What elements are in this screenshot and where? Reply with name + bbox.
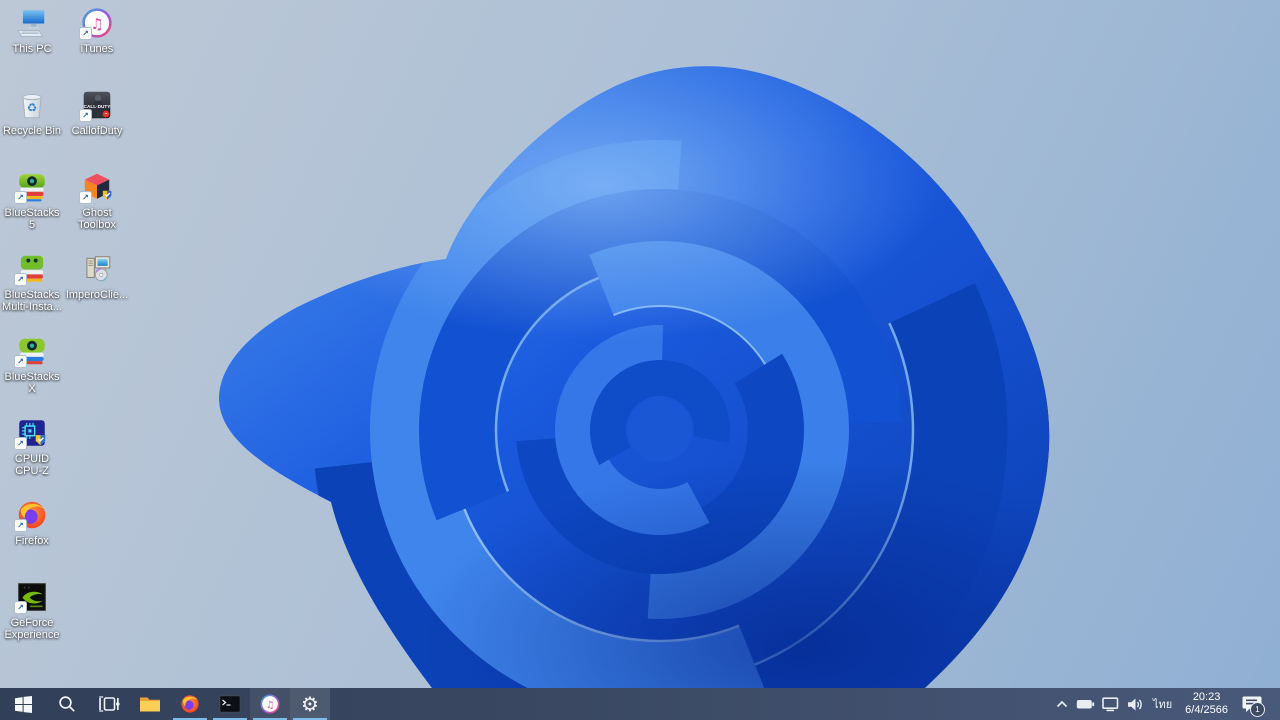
action-center-button[interactable]: 1 [1239,688,1265,720]
desktop-icon-itunes[interactable]: ♫ ↗ iTunes [62,6,132,55]
file-explorer-icon [139,695,161,713]
volume-icon[interactable] [1127,697,1144,712]
desktop-icon-firefox[interactable]: ↗ Firefox [0,498,64,547]
desktop-icon-callofduty[interactable]: CALL·DUTY ↗ CallofDuty [62,88,132,137]
desktop-icon-bluestacks-5[interactable]: ↗ BlueStacks 5 [0,170,64,231]
search-icon [58,695,76,713]
desktop-icon-bluestacks-x[interactable]: ↗ BlueStacks X [0,334,64,395]
taskbar-firefox-button[interactable] [170,688,210,720]
wallpaper [0,0,1280,720]
callofduty-icon: CALL·DUTY ↗ [80,88,114,122]
geforce-experience-icon: ↗ [15,580,49,614]
cpu-z-icon: ↗ [15,416,49,450]
icon-label: GeForceExperience [0,617,64,641]
ghost-toolbox-icon: ↗ [80,170,114,204]
clock-time: 20:23 [1185,691,1228,704]
itunes-icon: ♫ ↗ [80,6,114,40]
desktop-icon-grid: This PC ♫ ↗ iTunes [0,0,140,660]
shortcut-arrow-icon: ↗ [79,109,92,122]
shortcut-arrow-icon: ↗ [14,437,27,450]
shortcut-arrow-icon: ↗ [79,191,92,204]
shortcut-arrow-icon: ↗ [14,273,27,286]
recycle-bin-icon: ♻ [15,88,49,122]
terminal-icon [219,695,241,713]
notification-badge: 1 [1250,702,1265,717]
taskbar-left-group: ♫ ⚙ [0,688,330,720]
network-icon[interactable] [1102,697,1120,712]
taskbar: ♫ ⚙ [0,688,1280,720]
clock-date: 6/4/2566 [1185,704,1228,717]
desktop-icon-recycle-bin[interactable]: ♻ Recycle Bin [0,88,64,137]
desktop-icon-geforce-experience[interactable]: ↗ GeForceExperience [0,580,64,641]
icon-label: CallofDuty [62,125,132,137]
svg-text:♫: ♫ [90,15,103,33]
taskbar-clock[interactable]: 20:23 6/4/2566 [1181,691,1232,717]
this-pc-icon [15,6,49,40]
shortcut-arrow-icon: ↗ [14,519,27,532]
taskbar-file-explorer-button[interactable] [130,688,170,720]
hidden-icons-chevron[interactable] [1055,699,1069,709]
task-view-icon [98,696,120,712]
icon-label: This PC [0,43,64,55]
start-button[interactable] [0,688,46,720]
icon-label: GhostToolbox [62,207,132,231]
shortcut-arrow-icon: ↗ [79,27,92,40]
svg-text:♫: ♫ [266,700,275,711]
battery-icon[interactable] [1076,697,1095,711]
system-tray: ไทย 20:23 6/4/2566 1 [1055,688,1280,720]
gear-icon: ⚙ [301,694,319,714]
icon-label: BlueStacks 5 [0,207,64,231]
task-view-button[interactable] [88,688,130,720]
bloom-wallpaper-art [0,0,1280,720]
icon-label: BlueStacksMulti-Insta... [0,289,64,313]
shortcut-arrow-icon: ↗ [14,601,27,614]
bluestacks-multi-instance-icon: ↗ [15,252,49,286]
shortcut-arrow-icon: ↗ [14,355,27,368]
icon-label: ImperoClie... [62,289,132,301]
firefox-icon [179,693,201,715]
desktop-icon-impero-client[interactable]: ImperoClie... [62,252,132,301]
taskbar-empty-area [330,688,1055,720]
taskbar-settings-button[interactable]: ⚙ [290,688,330,720]
itunes-icon: ♫ [259,693,281,715]
shortcut-arrow-icon: ↗ [14,191,27,204]
bluestacks-5-icon: ↗ [15,170,49,204]
bluestacks-x-icon: ↗ [15,334,49,368]
icon-label: Firefox [0,535,64,547]
search-button[interactable] [46,688,88,720]
icon-label: Recycle Bin [0,125,64,137]
taskbar-itunes-button[interactable]: ♫ [250,688,290,720]
desktop-icon-cpuid-cpu-z[interactable]: ↗ CPUID CPU-Z [0,416,64,477]
language-indicator[interactable]: ไทย [1151,695,1174,713]
icon-label: CPUID CPU-Z [0,453,64,477]
icon-label: iTunes [62,43,132,55]
desktop-icon-ghost-toolbox[interactable]: ↗ GhostToolbox [62,170,132,231]
desktop: This PC ♫ ↗ iTunes [0,0,1280,720]
windows-logo-icon [15,696,32,713]
desktop-icon-bluestacks-multi-instance[interactable]: ↗ BlueStacksMulti-Insta... [0,252,64,313]
icon-label: BlueStacks X [0,371,64,395]
desktop-icon-this-pc[interactable]: This PC [0,6,64,55]
firefox-icon: ↗ [15,498,49,532]
impero-client-installer-icon [80,252,114,286]
svg-text:♻: ♻ [27,100,37,114]
taskbar-command-prompt-button[interactable] [210,688,250,720]
